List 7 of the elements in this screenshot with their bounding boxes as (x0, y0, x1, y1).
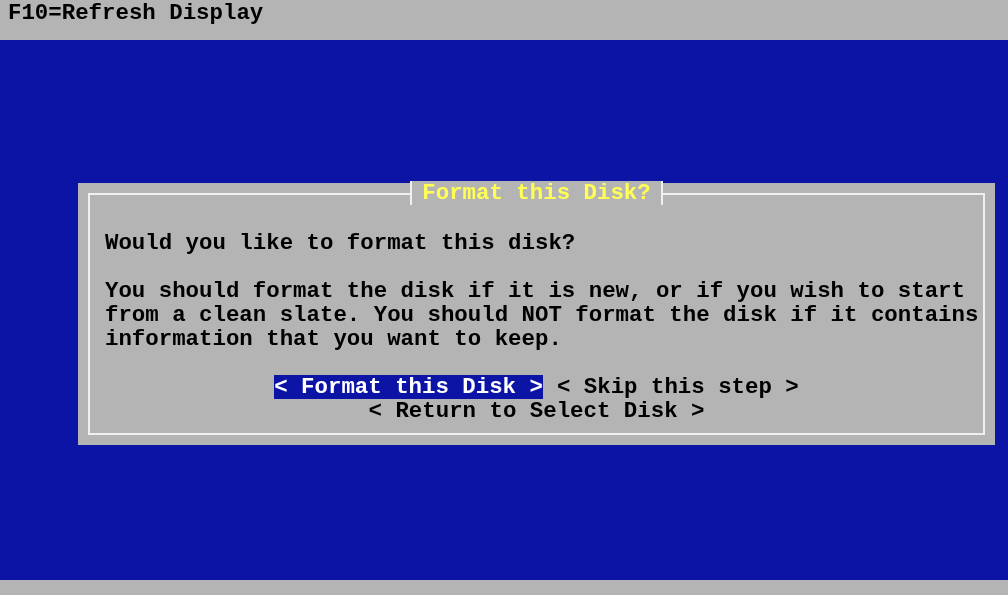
dialog-question: Would you like to format this disk? (105, 231, 576, 255)
dialog-button[interactable]: < Return to Select Disk > (368, 399, 705, 423)
top-bar-text: F10=Refresh Display (8, 0, 264, 26)
dialog-message: You should format the disk if it is new, or if you wish to start from a clean slate. You should NOT format the disk if it contains information that you want to keep. (105, 279, 980, 351)
dialog-button[interactable]: < Skip this step > (556, 375, 799, 399)
dialog-button[interactable]: < Format this Disk > (274, 375, 543, 399)
dialog-title: Format this Disk? (410, 181, 663, 205)
